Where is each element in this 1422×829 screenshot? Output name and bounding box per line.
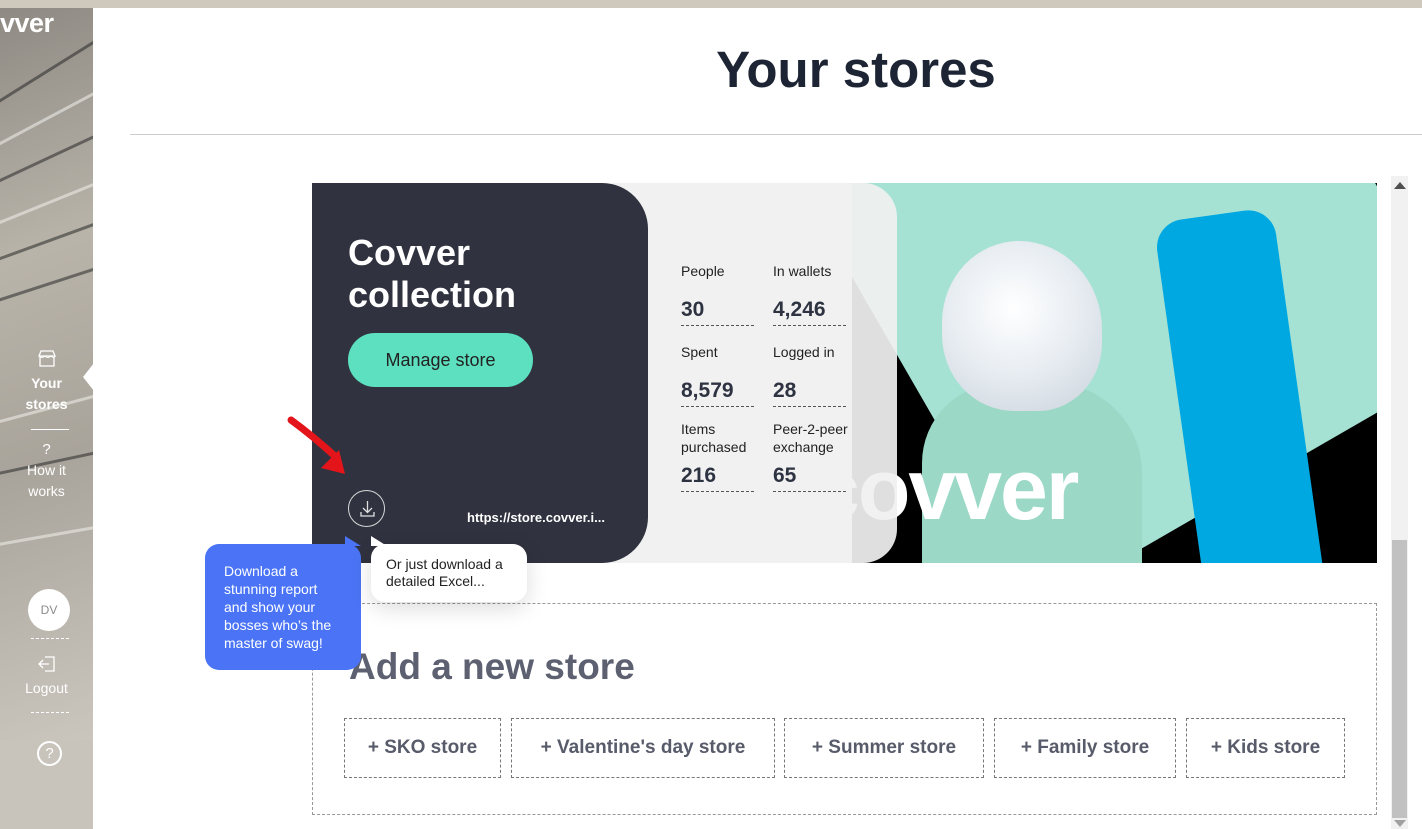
store-stats-panel: People 30 In wallets 4,246 Spent 8,579 L…	[612, 183, 897, 563]
palm-leaf-decoration	[0, 255, 93, 311]
sidebar: vver Your stores ? How it works DV Logou…	[0, 8, 93, 829]
active-indicator	[83, 363, 93, 391]
stat-value-logged-in: 28	[773, 379, 846, 407]
stat-value-people: 30	[681, 298, 754, 326]
add-store-section: Add a new store + SKO store + Valentine'…	[312, 603, 1377, 815]
brand-logo[interactable]: vver	[0, 8, 54, 39]
stat-value-spent: 8,579	[681, 379, 754, 407]
tooltip-tail	[371, 536, 387, 546]
excel-tooltip: Or just download a detailed Excel...	[371, 536, 527, 602]
title-divider	[130, 134, 1422, 135]
add-store-title: Add a new store	[349, 646, 635, 687]
stat-label-items-purchased: Items purchased	[681, 421, 747, 455]
help-circle-icon[interactable]: ?	[37, 741, 62, 766]
palm-leaf-decoration	[0, 121, 93, 196]
logout-icon	[0, 656, 93, 676]
stat-value-items-purchased: 216	[681, 464, 754, 492]
scrollbar-thumb[interactable]	[1392, 540, 1407, 818]
excel-tooltip-text: Or just download a detailed Excel...	[386, 556, 503, 589]
download-icon	[360, 501, 375, 517]
scroll-down-arrow[interactable]	[1394, 820, 1406, 827]
logout-button[interactable]: Logout	[0, 656, 93, 699]
report-tooltip: Download a stunning report and show your…	[205, 536, 361, 670]
red-arrow-annotation	[287, 416, 345, 474]
stat-value-p2p-exchange: 65	[773, 464, 846, 492]
store-name: Covver collection	[348, 232, 517, 315]
manage-store-button[interactable]: Manage store	[348, 333, 533, 387]
add-sko-store-button[interactable]: + SKO store	[344, 718, 501, 778]
palm-leaf-decoration	[0, 209, 93, 271]
add-family-store-button[interactable]: + Family store	[994, 718, 1176, 778]
user-avatar[interactable]: DV	[28, 589, 70, 631]
stat-label-logged-in: Logged in	[773, 344, 835, 360]
question-icon: ?	[42, 441, 51, 458]
sidebar-item-how-it-works[interactable]: ? How it works	[0, 441, 93, 502]
palm-leaf-decoration	[0, 169, 93, 236]
stat-value-in-wallets: 4,246	[773, 298, 846, 326]
sidebar-item-label: How it	[27, 462, 66, 478]
store-card: covver People 30 In wallets 4,246 Spent …	[312, 183, 1377, 563]
stat-label-in-wallets: In wallets	[773, 263, 832, 279]
sidebar-item-your-stores[interactable]: Your stores	[0, 350, 93, 415]
sidebar-divider	[31, 429, 69, 430]
scroll-up-arrow[interactable]	[1394, 182, 1406, 189]
store-info-panel: Covver collection Manage store https://st…	[312, 183, 648, 563]
store-icon	[0, 350, 93, 371]
stat-label-people: People	[681, 263, 725, 279]
store-url-link[interactable]: https://store.covver.i...	[467, 510, 605, 525]
stat-label-spent: Spent	[681, 344, 718, 360]
page-title: Your stores	[716, 41, 996, 98]
stat-label-p2p-exchange: Peer-2-peer exchange	[773, 421, 848, 455]
tooltip-tail	[345, 536, 361, 546]
sidebar-item-label: Your	[31, 375, 62, 391]
add-kids-store-button[interactable]: + Kids store	[1186, 718, 1345, 778]
sidebar-item-label: stores	[25, 396, 68, 412]
download-report-button[interactable]	[348, 490, 385, 527]
report-tooltip-text: Download a stunning report and show your…	[224, 563, 332, 651]
palm-leaf-decoration	[0, 518, 93, 551]
sidebar-divider	[31, 712, 69, 713]
hero-model-hair	[942, 241, 1102, 411]
sidebar-item-label: works	[28, 483, 65, 499]
palm-leaf-decoration	[0, 28, 93, 121]
logout-label: Logout	[25, 680, 68, 696]
main-content: Your stores covver People 30 In wallets …	[93, 8, 1422, 829]
add-valentines-store-button[interactable]: + Valentine's day store	[511, 718, 775, 778]
sidebar-divider	[31, 638, 69, 639]
add-summer-store-button[interactable]: + Summer store	[784, 718, 984, 778]
